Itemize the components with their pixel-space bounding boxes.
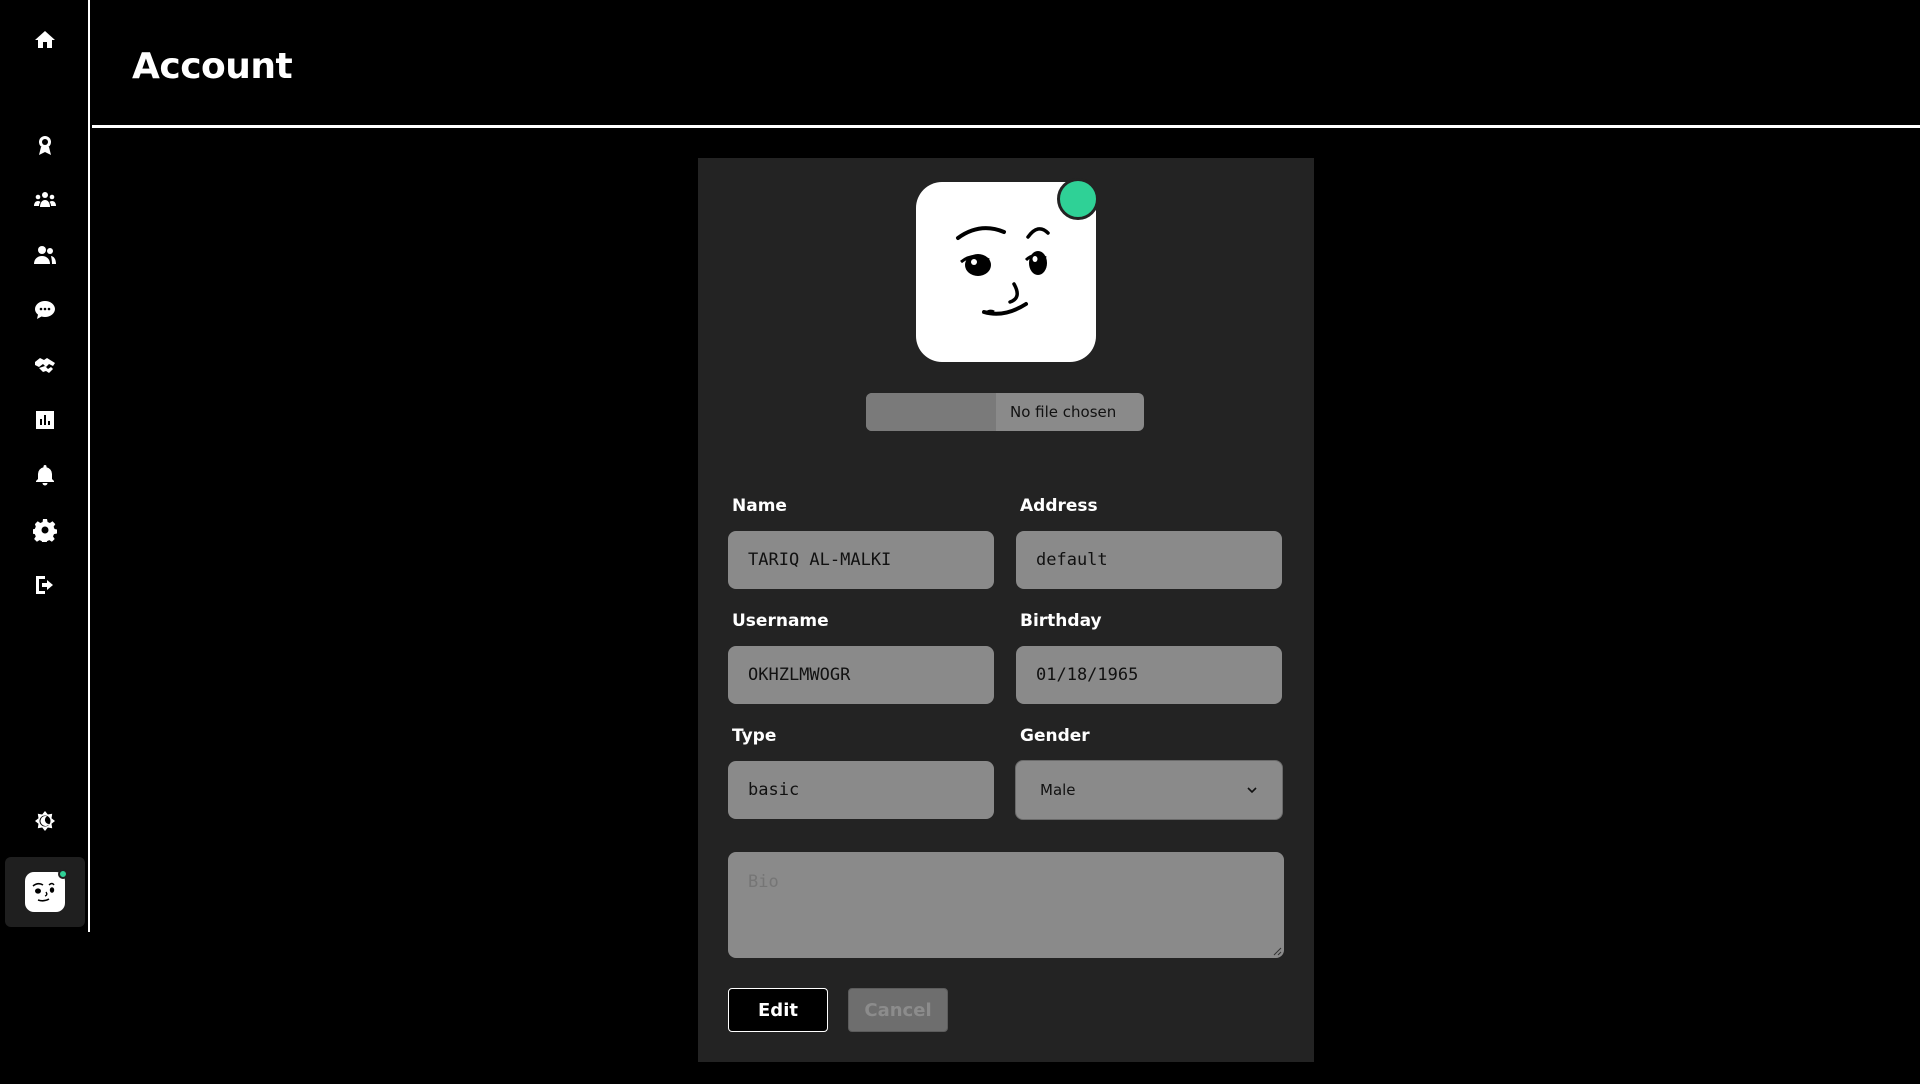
bio-textarea[interactable] [728, 852, 1284, 958]
sidebar [0, 0, 90, 932]
online-status-dot [58, 869, 68, 879]
name-label: Name [732, 496, 787, 516]
sidebar-avatar[interactable] [5, 857, 85, 927]
type-input[interactable] [728, 761, 994, 819]
avatar-file-input[interactable]: No file chosen [866, 393, 1144, 431]
award-icon[interactable] [28, 128, 62, 162]
name-input[interactable] [728, 531, 994, 589]
address-label: Address [1020, 496, 1098, 516]
online-status-dot [1057, 178, 1099, 220]
chevron-down-icon [1247, 787, 1257, 794]
groups-icon[interactable] [28, 183, 62, 217]
gender-select[interactable]: Male [1015, 760, 1283, 820]
choose-file-button[interactable] [866, 393, 996, 431]
avatar-thumbnail [25, 869, 68, 912]
edit-button[interactable]: Edit [728, 988, 828, 1032]
username-label: Username [732, 611, 829, 631]
birthday-label: Birthday [1020, 611, 1102, 631]
logout-icon[interactable] [28, 568, 62, 602]
address-input[interactable] [1016, 531, 1282, 589]
type-label: Type [732, 726, 777, 746]
gender-selected-value: Male [1040, 781, 1076, 799]
username-input[interactable] [728, 646, 994, 704]
page-title: Account [132, 46, 293, 87]
theme-icon[interactable] [28, 805, 62, 839]
file-status-text: No file chosen [1010, 403, 1117, 421]
chart-icon[interactable] [28, 403, 62, 437]
gear-icon[interactable] [28, 513, 62, 547]
chat-icon[interactable] [28, 293, 62, 327]
profile-card: No file chosen Name Address Username Bir… [698, 158, 1314, 1062]
home-icon[interactable] [28, 23, 62, 57]
handshake-icon[interactable] [28, 348, 62, 382]
resize-grip-icon[interactable] [1272, 946, 1282, 956]
cancel-button: Cancel [848, 988, 948, 1032]
birthday-input[interactable] [1016, 646, 1282, 704]
friends-icon[interactable] [28, 238, 62, 272]
bell-icon[interactable] [28, 458, 62, 492]
page-header: Account [92, 0, 1920, 128]
gender-label: Gender [1020, 726, 1090, 746]
